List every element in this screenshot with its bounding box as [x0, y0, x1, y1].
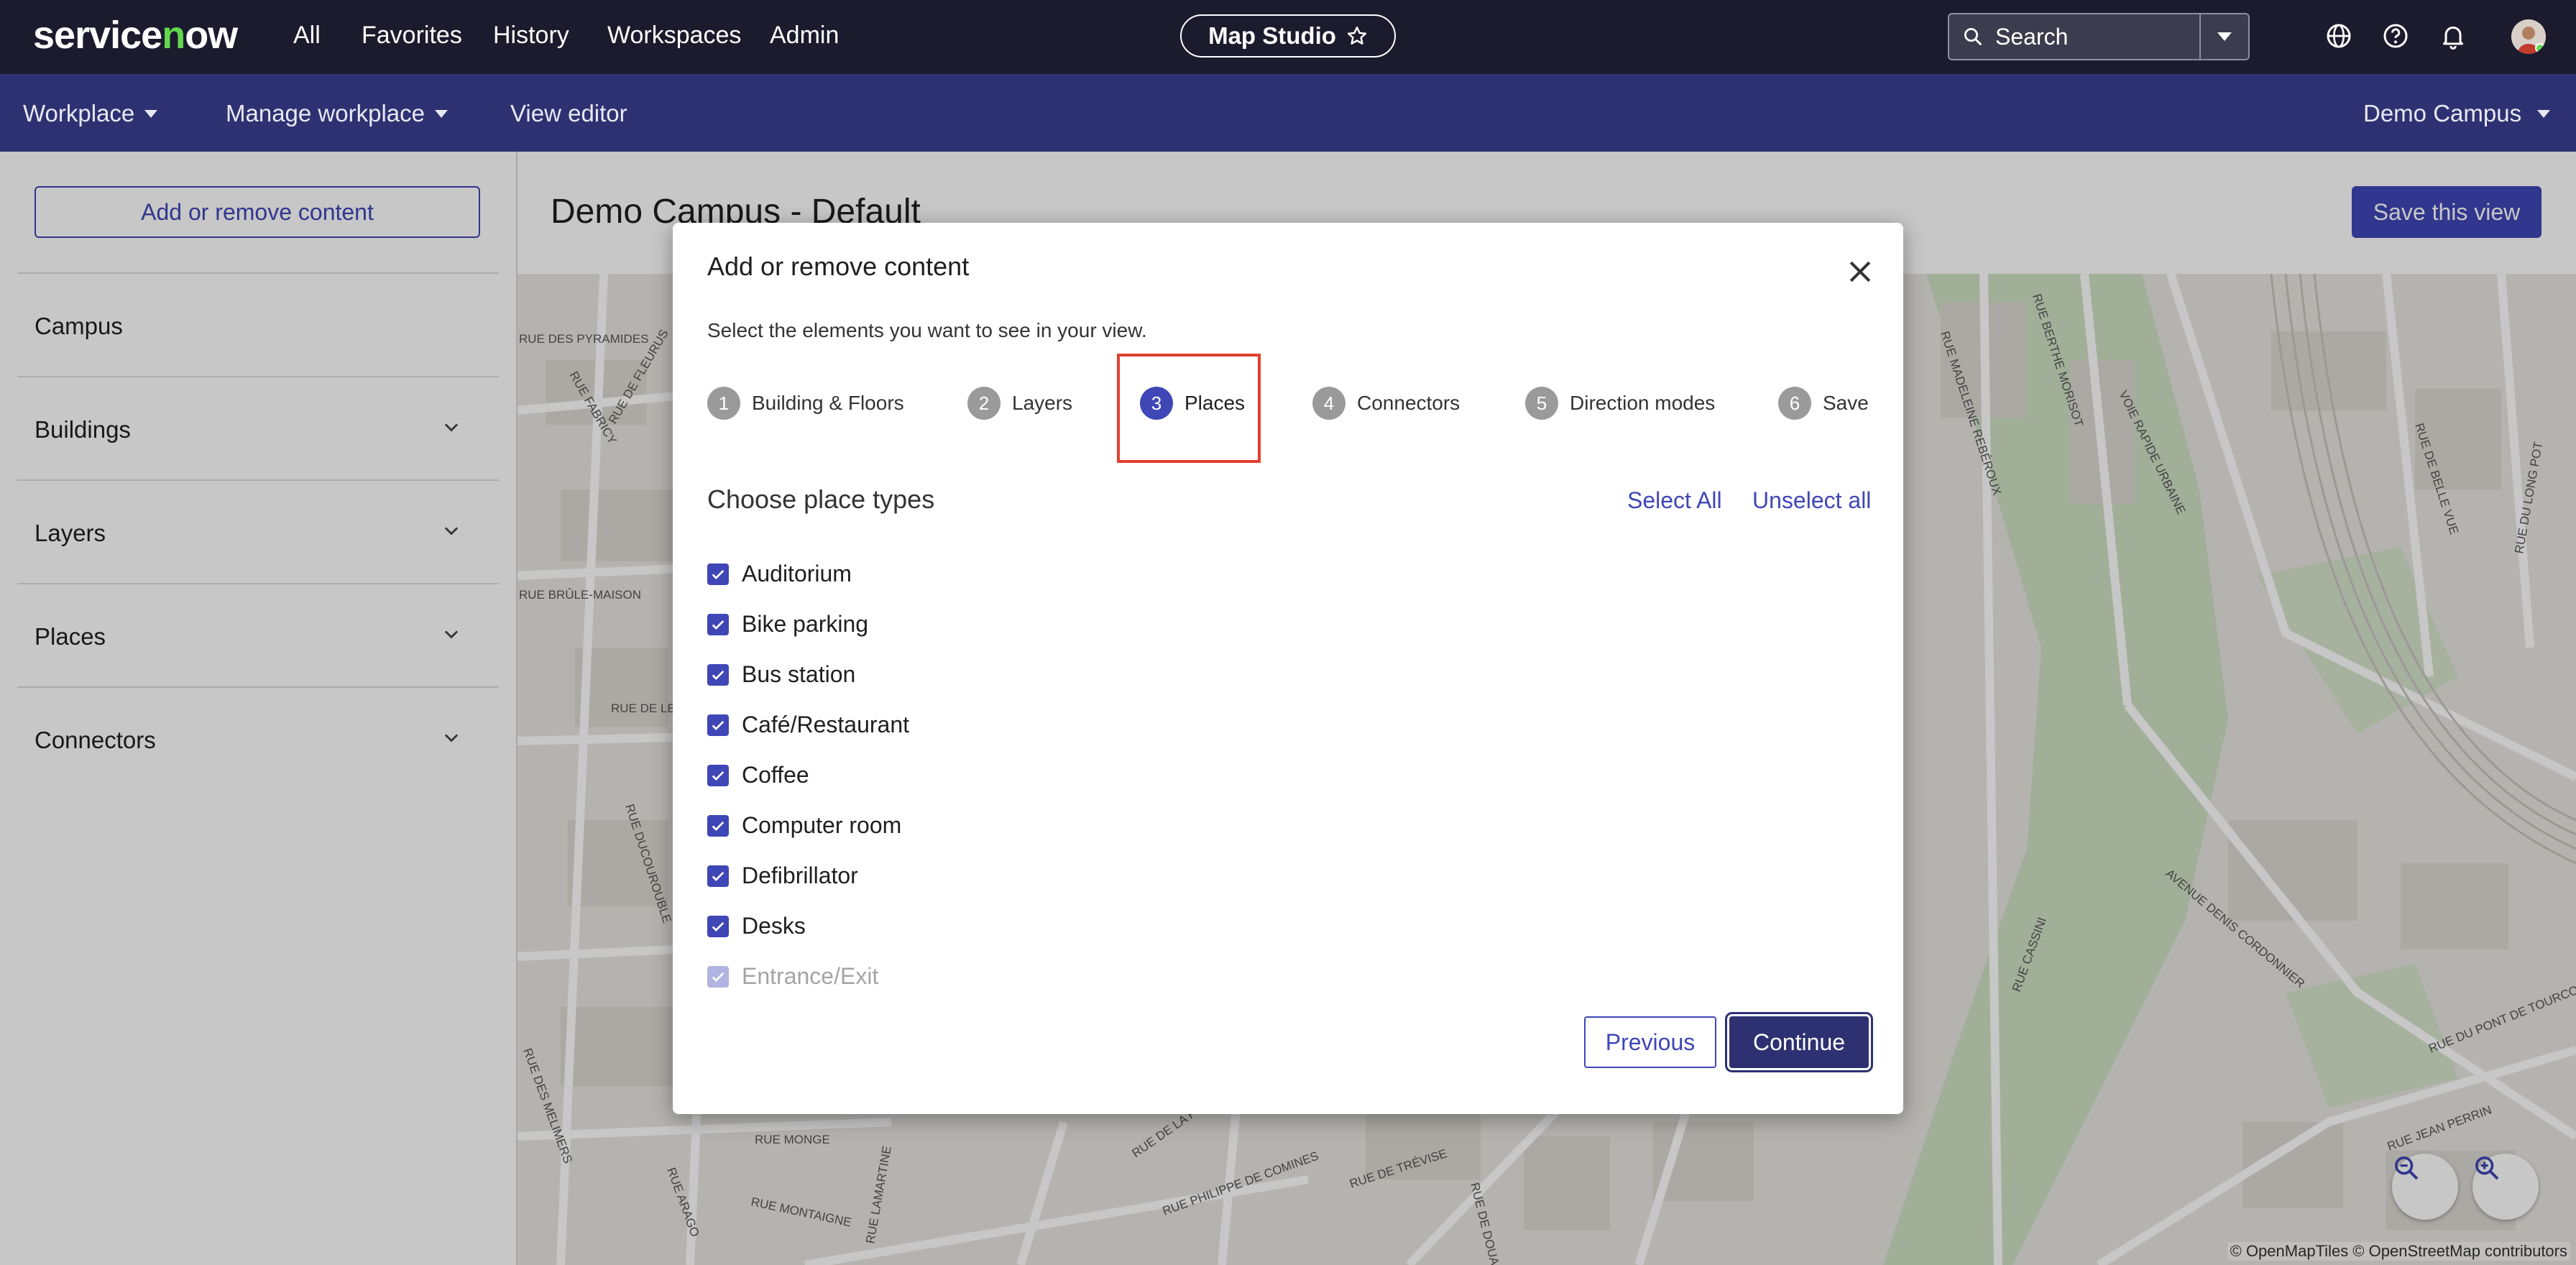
place-type-label: Auditorium	[742, 561, 852, 586]
section-title: Choose place types	[707, 484, 935, 514]
search-icon	[1964, 28, 1982, 46]
unselect-all-link[interactable]: Unselect all	[1752, 487, 1871, 514]
dialog-title: Add or remove content	[707, 252, 970, 281]
step-label: Direction modes	[1570, 392, 1716, 414]
close-icon[interactable]	[1844, 256, 1876, 288]
manage-workplace-label: Manage workplace	[226, 100, 425, 126]
caret-down-icon	[2537, 109, 2551, 118]
nav-workspaces[interactable]: Workspaces	[607, 22, 741, 50]
place-type-coffee[interactable]: Coffee	[707, 762, 809, 788]
caret-down-icon	[435, 109, 448, 118]
check-icon	[712, 972, 724, 982]
nav-admin[interactable]: Admin	[770, 22, 839, 50]
step-label: Save	[1823, 392, 1869, 414]
previous-button[interactable]: Previous	[1584, 1016, 1716, 1068]
place-type-computer-room[interactable]: Computer room	[707, 812, 901, 839]
search-input[interactable]: Search	[1995, 24, 2068, 50]
step-label: Connectors	[1357, 392, 1460, 414]
map-studio-label: Map Studio	[1208, 22, 1336, 49]
checkbox[interactable]	[707, 865, 729, 887]
place-type-label: Entrance/Exit	[742, 963, 879, 989]
step-connectors[interactable]: 4 Connectors	[1312, 387, 1460, 420]
step-number: 5	[1525, 387, 1558, 420]
check-icon	[712, 670, 724, 680]
user-avatar[interactable]	[2511, 19, 2546, 54]
active-step-highlight	[1117, 354, 1261, 463]
nav-all[interactable]: All	[293, 22, 321, 50]
place-type-desks[interactable]: Desks	[707, 913, 806, 939]
caret-down-icon	[144, 109, 158, 118]
nav-history[interactable]: History	[493, 22, 569, 50]
top-navigation-bar: servicenow All Favorites History Workspa…	[0, 0, 2576, 74]
check-icon	[712, 620, 724, 630]
dialog-subtitle: Select the elements you want to see in y…	[707, 319, 1147, 341]
place-type-label: Bus station	[742, 661, 856, 687]
select-all-link[interactable]: Select All	[1627, 487, 1722, 514]
place-type-auditorium[interactable]: Auditorium	[707, 561, 852, 587]
step-save[interactable]: 6 Save	[1778, 387, 1869, 420]
step-number: 4	[1312, 387, 1346, 420]
place-type-label: Café/Restaurant	[742, 712, 910, 737]
checkbox[interactable]	[707, 613, 729, 635]
step-number: 2	[967, 387, 1000, 420]
step-number: 1	[707, 387, 740, 420]
checkbox[interactable]	[707, 814, 729, 837]
global-search[interactable]: Search	[1948, 13, 2250, 60]
checkbox[interactable]	[707, 714, 729, 736]
place-type-entrance-exit[interactable]: Entrance/Exit	[707, 963, 878, 990]
checkbox[interactable]	[707, 965, 729, 988]
add-remove-content-dialog: Add or remove content Select the element…	[673, 223, 1903, 1114]
check-icon	[712, 821, 724, 831]
check-icon	[712, 569, 724, 579]
place-type-label: Computer room	[742, 812, 902, 838]
place-type-label: Defibrillator	[742, 862, 858, 888]
checkbox[interactable]	[707, 915, 729, 937]
place-type-label: Desks	[742, 913, 806, 939]
workplace-menu[interactable]: Workplace	[23, 100, 158, 127]
caret-down-icon	[2217, 32, 2232, 41]
checkbox[interactable]	[707, 663, 729, 686]
place-type-defibrillator[interactable]: Defibrillator	[707, 862, 858, 889]
check-icon	[712, 720, 724, 730]
bell-icon[interactable]	[2439, 22, 2467, 50]
place-type-label: Coffee	[742, 762, 809, 788]
workplace-subnav: Workplace Manage workplace View editor D…	[0, 74, 2576, 152]
check-icon	[712, 921, 724, 932]
step-direction-modes[interactable]: 5 Direction modes	[1525, 387, 1715, 420]
workplace-menu-label: Workplace	[23, 100, 135, 126]
map-studio-pill[interactable]: Map Studio	[1180, 14, 1396, 58]
view-editor-label: View editor	[510, 100, 627, 126]
step-layers[interactable]: 2 Layers	[967, 387, 1072, 420]
checkbox[interactable]	[707, 563, 729, 585]
place-type-label: Bike parking	[742, 611, 869, 637]
place-type-bus-station[interactable]: Bus station	[707, 661, 855, 688]
checkbox[interactable]	[707, 764, 729, 786]
continue-button[interactable]: Continue	[1729, 1016, 1869, 1068]
nav-favorites[interactable]: Favorites	[362, 22, 462, 50]
view-editor-link[interactable]: View editor	[510, 100, 627, 127]
step-building-floors[interactable]: 1 Building & Floors	[707, 387, 904, 420]
place-type-cafe-restaurant[interactable]: Café/Restaurant	[707, 712, 909, 738]
servicenow-logo[interactable]: servicenow	[33, 13, 238, 58]
star-icon[interactable]	[1346, 25, 1368, 47]
manage-workplace-menu[interactable]: Manage workplace	[226, 100, 448, 127]
campus-selector[interactable]: Demo Campus	[2363, 100, 2551, 127]
search-scope-dropdown[interactable]	[2199, 14, 2248, 59]
globe-icon[interactable]	[2324, 22, 2353, 50]
place-type-bike-parking[interactable]: Bike parking	[707, 611, 868, 638]
step-number: 6	[1778, 387, 1811, 420]
campus-selector-label: Demo Campus	[2363, 100, 2522, 126]
help-icon[interactable]	[2381, 22, 2410, 50]
check-icon	[712, 770, 724, 781]
step-label: Layers	[1012, 392, 1073, 414]
check-icon	[712, 871, 724, 881]
step-label: Building & Floors	[752, 392, 904, 414]
